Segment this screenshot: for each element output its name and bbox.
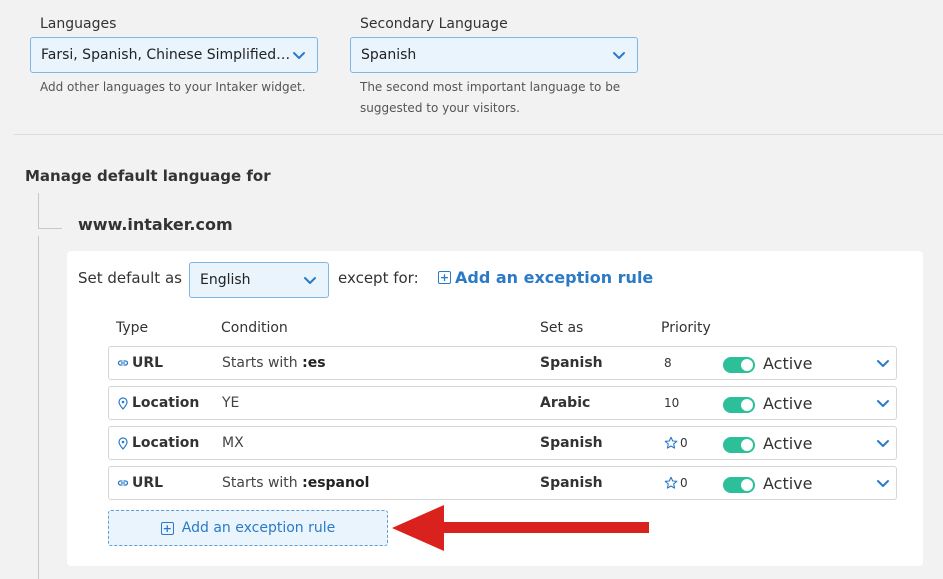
type-label: URL xyxy=(132,355,164,371)
condition-value: YE xyxy=(222,395,240,411)
condition-prefix: Starts with xyxy=(222,355,303,371)
add-exception-rule-button-label: Add an exception rule xyxy=(181,520,336,536)
chevron-down-icon[interactable] xyxy=(875,395,891,411)
condition-cell: YE xyxy=(222,387,239,419)
type-label: URL xyxy=(132,475,164,491)
link-icon xyxy=(117,480,129,486)
header-set-as: Set as xyxy=(540,320,584,336)
type-cell: Location xyxy=(117,387,199,419)
except-label: except for: xyxy=(338,269,419,287)
condition-cell: Starts with :es xyxy=(222,347,326,379)
type-cell: URL xyxy=(117,347,163,379)
location-pin-icon xyxy=(118,436,128,450)
priority-value: 0 xyxy=(680,436,688,450)
condition-cell: Starts with :espanol xyxy=(222,467,369,499)
type-cell: Location xyxy=(117,427,199,459)
table-row[interactable]: URL Starts with :espanol Spanish 0 Activ… xyxy=(108,466,897,500)
status-label: Active xyxy=(763,393,813,413)
star-icon[interactable] xyxy=(664,476,678,490)
priority-cell: 10 xyxy=(664,387,679,419)
default-language-value: English xyxy=(200,272,251,288)
condition-value: :es xyxy=(302,355,326,371)
tree-connector xyxy=(38,228,62,229)
secondary-language-label: Secondary Language xyxy=(360,16,508,32)
priority-cell: 8 xyxy=(664,347,672,379)
header-condition: Condition xyxy=(221,320,288,336)
active-toggle[interactable] xyxy=(723,437,755,453)
location-pin-icon xyxy=(118,396,128,410)
set-as-cell: Spanish xyxy=(540,475,603,491)
tree-connector xyxy=(38,236,39,579)
secondary-language-help: The second most important language to be… xyxy=(360,77,620,119)
chevron-down-icon xyxy=(613,52,625,59)
priority-cell: 0 xyxy=(664,467,688,499)
secondary-language-help-line1: The second most important language to be xyxy=(360,80,621,94)
condition-cell: MX xyxy=(222,427,244,459)
section-title: Manage default language for xyxy=(25,167,271,185)
chevron-down-icon[interactable] xyxy=(875,355,891,371)
plus-icon: + xyxy=(160,521,174,535)
secondary-language-help-line2: suggested to your visitors. xyxy=(360,101,520,115)
domain-title: www.intaker.com xyxy=(78,215,233,234)
section-divider xyxy=(14,134,943,135)
active-toggle[interactable] xyxy=(723,397,755,413)
chevron-down-icon[interactable] xyxy=(875,475,891,491)
set-as-cell: Arabic xyxy=(540,395,591,411)
priority-value: 10 xyxy=(664,396,680,410)
tree-connector xyxy=(38,193,39,228)
condition-value: MX xyxy=(222,435,244,451)
secondary-language-value: Spanish xyxy=(361,47,417,63)
add-exception-rule-button[interactable]: + Add an exception rule xyxy=(108,510,388,546)
table-row[interactable]: Location YE Arabic 10 Active xyxy=(108,386,897,420)
chevron-down-icon xyxy=(304,277,316,284)
table-row[interactable]: URL Starts with :es Spanish 8 Active xyxy=(108,346,897,380)
secondary-language-select[interactable]: Spanish xyxy=(350,37,638,73)
table-row[interactable]: Location MX Spanish 0 Active xyxy=(108,426,897,460)
condition-value: :espanol xyxy=(302,475,370,491)
status-label: Active xyxy=(763,433,813,453)
languages-select[interactable]: Farsi, Spanish, Chinese Simplified, Ar..… xyxy=(30,37,318,73)
add-exception-rule-label: Add an exception rule xyxy=(455,268,654,287)
priority-value: 8 xyxy=(664,356,672,370)
set-as-cell: Spanish xyxy=(540,435,603,451)
status-label: Active xyxy=(763,473,813,493)
header-type: Type xyxy=(116,320,149,336)
status-label: Active xyxy=(763,353,813,373)
type-label: Location xyxy=(132,395,200,411)
add-exception-rule-link[interactable]: + Add an exception rule xyxy=(438,268,653,287)
set-default-label: Set default as xyxy=(78,269,182,287)
chevron-down-icon[interactable] xyxy=(875,435,891,451)
languages-value: Farsi, Spanish, Chinese Simplified, Ar..… xyxy=(41,47,291,63)
languages-label: Languages xyxy=(40,16,117,32)
type-cell: URL xyxy=(117,467,163,499)
active-toggle[interactable] xyxy=(723,357,755,373)
default-language-select[interactable]: English xyxy=(189,262,329,298)
link-icon xyxy=(117,360,129,366)
type-label: Location xyxy=(132,435,200,451)
plus-icon: + xyxy=(438,271,451,284)
priority-cell: 0 xyxy=(664,427,688,459)
star-icon[interactable] xyxy=(664,436,678,450)
active-toggle[interactable] xyxy=(723,477,755,493)
header-priority: Priority xyxy=(661,320,711,336)
condition-prefix: Starts with xyxy=(222,475,303,491)
chevron-down-icon xyxy=(293,52,305,59)
priority-value: 0 xyxy=(680,476,688,490)
set-as-cell: Spanish xyxy=(540,355,603,371)
languages-help: Add other languages to your Intaker widg… xyxy=(40,80,306,94)
red-arrow-icon xyxy=(392,505,649,551)
